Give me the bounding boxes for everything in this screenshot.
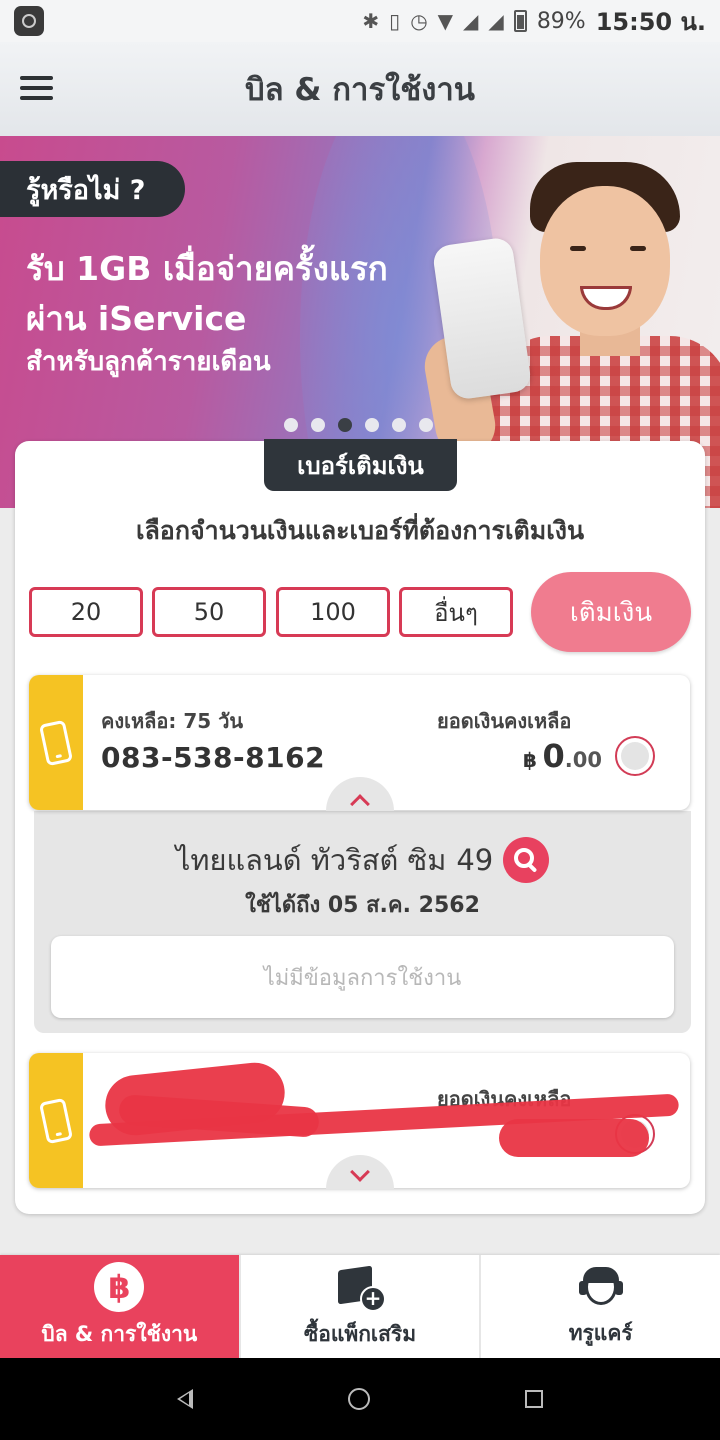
app-notification-icon xyxy=(14,6,44,36)
topup-card: เบอร์เติมเงิน เลือกจำนวนเงินและเบอร์ที่ต… xyxy=(15,439,705,1214)
number-panel[interactable]: ยอดเงินคงเหลือ xyxy=(29,1053,690,1189)
topup-instruction: เลือกจำนวนเงินและเบอร์ที่ต้องการเติมเงิน xyxy=(135,516,585,545)
select-number-radio[interactable] xyxy=(615,736,655,776)
nav-label: บิล & การใช้งาน xyxy=(41,1322,198,1346)
carousel-dot[interactable] xyxy=(419,418,433,432)
amount-button-100[interactable]: 100 xyxy=(276,587,390,637)
nav-label: ซื้อแพ็กเสริม xyxy=(303,1322,417,1346)
redaction-scribble xyxy=(499,1119,649,1157)
package-expiry: ใช้ได้ถึง 05 ส.ค. 2562 xyxy=(245,893,480,918)
baht-icon: ฿ xyxy=(94,1262,145,1312)
package-name: ไทยแลนด์ ทัวริสต์ ซิม xyxy=(175,843,447,877)
expand-button[interactable] xyxy=(326,1155,394,1189)
system-navigation-bar xyxy=(0,1358,720,1440)
topup-button[interactable]: เติมเงิน xyxy=(531,572,691,652)
number-panel-strip xyxy=(29,675,83,810)
balance-label: ยอดเงินคงเหลือ xyxy=(437,709,572,733)
battery-icon xyxy=(513,10,527,32)
balance-value: ฿ 0.00 xyxy=(523,737,602,775)
package-price: 49 xyxy=(456,843,494,877)
chevron-down-icon xyxy=(350,1162,370,1182)
balance-integer: 0 xyxy=(542,737,565,775)
alarm-icon: ◷ xyxy=(410,9,428,33)
carousel-dot-active[interactable] xyxy=(338,418,352,432)
carousel-dot[interactable] xyxy=(284,418,298,432)
nav-label: ทรูแคร์ xyxy=(568,1321,633,1345)
package-add-icon: + xyxy=(334,1262,386,1312)
battery-percent: 89% xyxy=(536,8,586,34)
app-header: บิล & การใช้งาน xyxy=(0,42,720,136)
collapse-button[interactable] xyxy=(326,777,394,814)
hamburger-menu-icon[interactable] xyxy=(20,76,53,100)
number-panel-strip xyxy=(29,1053,83,1188)
no-usage-message: ไม่มีข้อมูลการใช้งาน xyxy=(51,936,674,1018)
banner-subtext: สำหรับลูกค้ารายเดือน xyxy=(26,347,271,377)
chevron-up-icon xyxy=(350,794,370,814)
carousel-dot[interactable] xyxy=(365,418,379,432)
bottom-navigation: ฿ บิล & การใช้งาน + ซื้อแพ็กเสริม ทรูแคร… xyxy=(0,1255,720,1358)
bluetooth-icon: ✱ xyxy=(362,9,380,33)
signal-icon: ◢ xyxy=(463,9,479,33)
signal-icon: ◢ xyxy=(488,9,504,33)
customer-care-icon xyxy=(577,1263,625,1311)
nav-truecare[interactable]: ทรูแคร์ xyxy=(479,1255,720,1358)
balance-decimal: .00 xyxy=(564,748,602,772)
banner-headline: รับ 1GB เมื่อจ่ายครั้งแรก xyxy=(26,249,388,288)
status-bar: ✱ ▯ ◷ ▼ ◢ ◢ 89% 15:50 น. xyxy=(0,0,720,42)
clock: 15:50 น. xyxy=(595,7,706,36)
baht-symbol: ฿ xyxy=(523,748,537,772)
carousel-dot[interactable] xyxy=(392,418,406,432)
days-remaining: คงเหลือ: 75 วัน xyxy=(101,709,244,733)
search-icon[interactable] xyxy=(503,837,550,883)
recent-apps-icon[interactable] xyxy=(524,1390,543,1408)
banner-tag: รู้หรือไม่ ? xyxy=(0,161,186,217)
banner-headline-2: ผ่าน iService xyxy=(26,299,247,338)
phone-number: 083-538-8162 xyxy=(101,741,326,774)
nav-buy-package[interactable]: + ซื้อแพ็กเสริม xyxy=(238,1255,480,1358)
number-panel[interactable]: คงเหลือ: 75 วัน 083-538-8162 ยอดเงินคงเห… xyxy=(29,675,690,814)
amount-button-20[interactable]: 20 xyxy=(29,587,143,637)
page-title: บิล & การใช้งาน xyxy=(244,72,476,108)
package-details: ไทยแลนด์ ทัวริสต์ ซิม 49 ใช้ได้ถึง 05 ส.… xyxy=(34,811,691,1033)
carousel-dot[interactable] xyxy=(311,418,325,432)
vibrate-icon: ▯ xyxy=(389,9,401,33)
mobile-phone-icon xyxy=(38,719,74,766)
package-title: ไทยแลนด์ ทัวริสต์ ซิม 49 xyxy=(34,837,691,883)
amount-button-other[interactable]: อื่นๆ xyxy=(399,587,513,637)
card-tab-prepaid[interactable]: เบอร์เติมเงิน xyxy=(264,439,457,491)
nav-bill-usage[interactable]: ฿ บิล & การใช้งาน xyxy=(0,1255,239,1358)
carousel-dots[interactable] xyxy=(284,418,433,432)
mobile-phone-icon xyxy=(38,1097,74,1144)
wifi-icon: ▼ xyxy=(437,9,454,33)
home-icon[interactable] xyxy=(347,1388,370,1410)
amount-button-50[interactable]: 50 xyxy=(152,587,266,637)
back-icon[interactable] xyxy=(177,1389,194,1409)
